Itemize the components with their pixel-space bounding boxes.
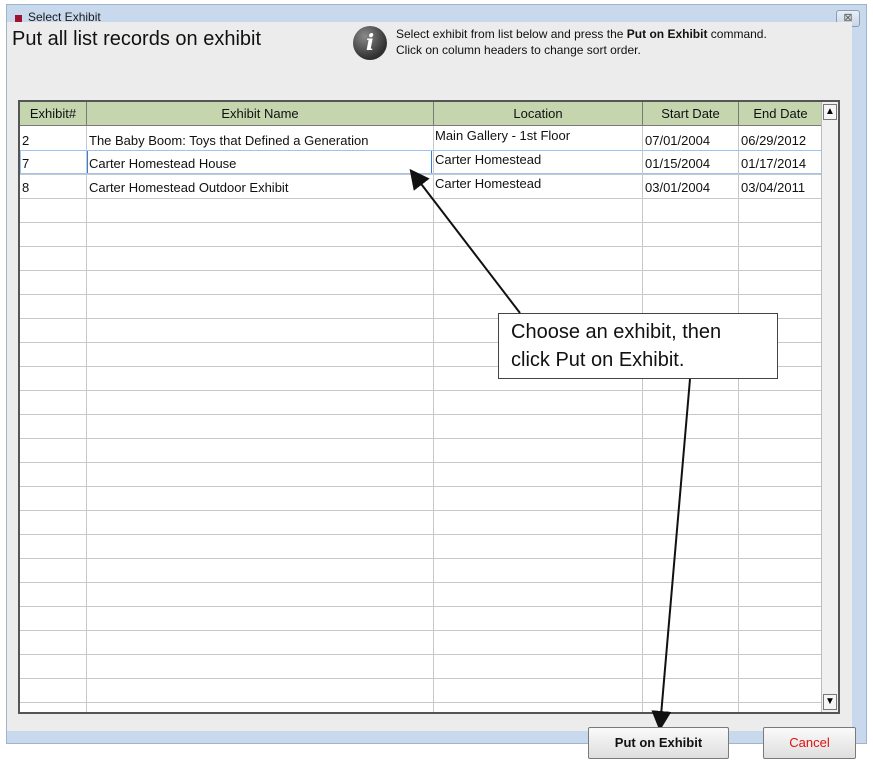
cancel-button[interactable]: Cancel xyxy=(763,727,856,759)
arrow-to-put-button xyxy=(651,378,691,731)
put-on-exhibit-button[interactable]: Put on Exhibit xyxy=(588,727,729,759)
arrow-to-selected-row xyxy=(409,168,521,314)
callout-arrows xyxy=(409,168,691,731)
